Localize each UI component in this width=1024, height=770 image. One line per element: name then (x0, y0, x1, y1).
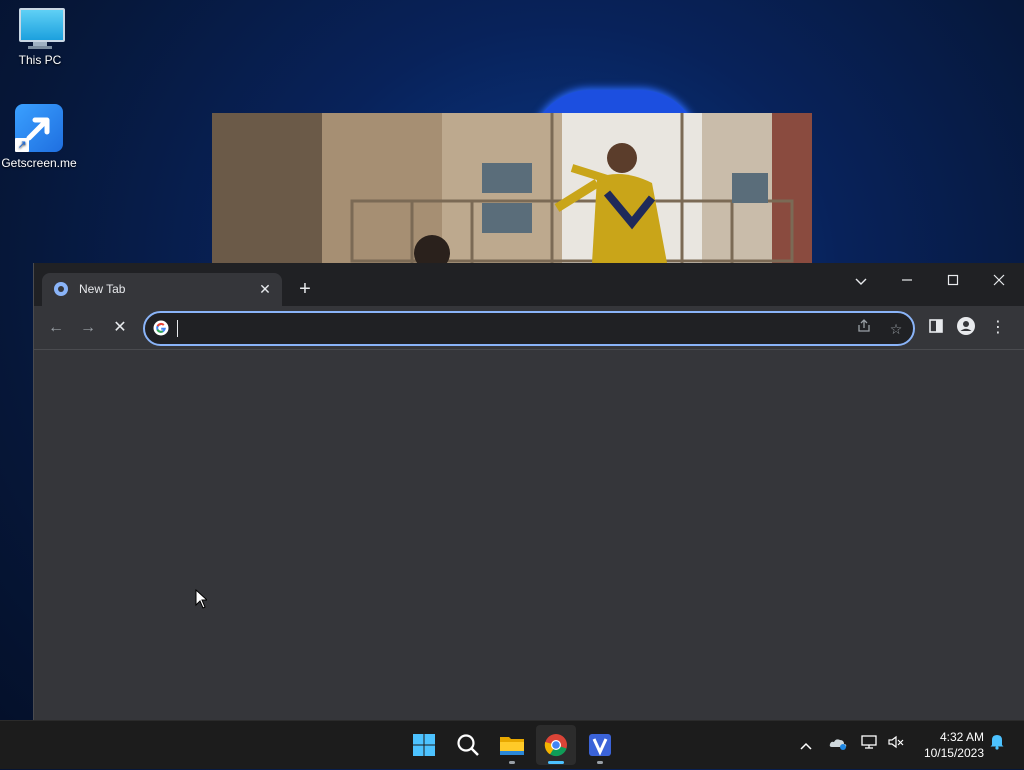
desktop-icon-label: Getscreen.me (1, 156, 77, 170)
vnc-v-icon (589, 734, 611, 756)
tab-new-tab[interactable]: New Tab ✕ (42, 273, 282, 306)
browser-toolbar: ← → ✕ ☆ ⋮ (34, 306, 1024, 350)
taskbar-file-explorer[interactable] (492, 725, 532, 765)
chrome-newtab-icon (54, 282, 68, 296)
address-bar[interactable]: ☆ (143, 311, 915, 346)
side-panel-icon (929, 319, 943, 333)
getscreen-arrow-icon: ↗ (15, 104, 63, 152)
taskbar-clock[interactable]: 4:32 AM 10/15/2023 (912, 729, 984, 761)
browser-menu-button[interactable]: ⋮ (987, 317, 1009, 339)
tray-onedrive[interactable] (825, 731, 851, 759)
desktop-icon-label: This PC (18, 53, 62, 67)
bookmark-star-button[interactable]: ☆ (885, 318, 907, 340)
running-indicator (509, 761, 515, 764)
profile-button[interactable] (955, 317, 977, 339)
page-content[interactable] (34, 350, 1024, 720)
windows-start-icon (413, 734, 435, 756)
taskbar-chrome[interactable] (536, 725, 576, 765)
forward-button[interactable]: → (74, 314, 102, 342)
profile-icon (957, 317, 975, 335)
chrome-icon (544, 734, 567, 757)
volume-muted-icon (888, 735, 904, 749)
close-icon (993, 274, 1005, 286)
browser-window[interactable]: New Tab ✕ + ← → ✕ ☆ ⋮ (33, 263, 1024, 720)
tab-title: New Tab (79, 282, 126, 296)
back-button[interactable]: ← (42, 314, 70, 342)
close-window-button[interactable] (976, 267, 1022, 295)
chevron-down-icon (855, 278, 867, 285)
photo-window[interactable] (212, 113, 812, 265)
clock-date: 10/15/2023 (923, 746, 984, 760)
tray-overflow-button[interactable] (793, 731, 819, 759)
network-icon (861, 735, 877, 749)
running-indicator (548, 761, 564, 764)
desktop-icon-getscreen[interactable]: ↗ Getscreen.me (1, 104, 77, 170)
google-g-icon (153, 320, 169, 336)
folder-icon (500, 737, 524, 755)
tray-notifications[interactable] (984, 731, 1010, 759)
tab-strip: New Tab ✕ + (34, 263, 1024, 306)
text-caret (177, 320, 178, 337)
new-tab-button[interactable]: + (295, 279, 315, 299)
stop-loading-button[interactable]: ✕ (106, 314, 134, 342)
maximize-icon (947, 274, 959, 286)
onedrive-icon (829, 739, 847, 750)
taskbar-start-button[interactable] (404, 725, 444, 765)
monitor-icon (19, 8, 65, 49)
search-icon (457, 734, 479, 756)
tray-network[interactable] (856, 731, 882, 759)
taskbar: 4:32 AM 10/15/2023 (0, 720, 1024, 769)
maximize-button[interactable] (930, 267, 976, 295)
minimize-button[interactable] (884, 267, 930, 295)
tab-search-button[interactable] (838, 267, 884, 295)
photo-image (212, 113, 812, 265)
taskbar-search-button[interactable] (448, 725, 488, 765)
side-panel-button[interactable] (925, 317, 947, 339)
tab-close-icon[interactable]: ✕ (256, 280, 274, 298)
chevron-up-icon (800, 742, 812, 750)
bell-icon (990, 735, 1004, 750)
minimize-icon (902, 279, 912, 281)
desktop-icon-this-pc[interactable]: This PC (2, 8, 78, 67)
taskbar-vnc[interactable] (580, 725, 620, 765)
clock-time: 4:32 AM (939, 730, 984, 744)
mouse-cursor-icon (195, 589, 207, 609)
tray-volume[interactable] (883, 731, 909, 759)
share-icon (858, 319, 870, 332)
share-button[interactable] (853, 318, 875, 340)
running-indicator (597, 761, 603, 764)
